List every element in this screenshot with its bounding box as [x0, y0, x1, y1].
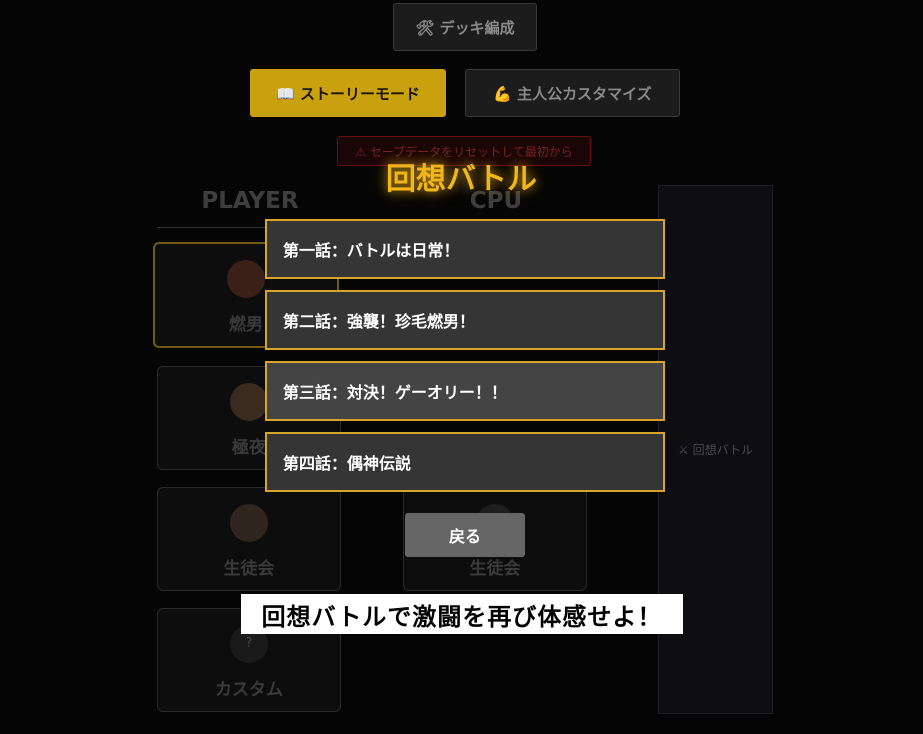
episode-3-button[interactable]: 第三話：対決！ゲーオリー！！ [265, 361, 665, 421]
avatar [230, 504, 268, 542]
promo-caption: 回想バトルで激闘を再び体感せよ！ [241, 594, 683, 634]
modal-title: 回想バトル [386, 162, 537, 197]
episode-4-button[interactable]: 第四話：偶神伝説 [265, 432, 665, 492]
avatar [227, 260, 265, 298]
avatar [230, 383, 268, 421]
card-name: カスタム [215, 680, 283, 700]
back-button[interactable]: 戻る [405, 513, 525, 557]
episode-1-button[interactable]: 第一話：バトルは日常！ [265, 219, 665, 279]
customize-button[interactable]: 💪 主人公カスタマイズ [465, 69, 680, 117]
episode-2-button[interactable]: 第二話：強襲！珍毛燃男！ [265, 290, 665, 350]
deck-button[interactable]: 🛠 デッキ編成 [393, 3, 537, 51]
card-name: 生徒会 [469, 559, 521, 579]
card-name: 生徒会 [223, 559, 275, 579]
story-mode-button[interactable]: 📖 ストーリーモード [250, 69, 446, 117]
side-panel: ⚔ 回想バトル [658, 185, 773, 714]
side-panel-label: ⚔ 回想バトル [678, 443, 753, 457]
episode-list: 第一話：バトルは日常！ 第二話：強襲！珍毛燃男！ 第三話：対決！ゲーオリー！！ … [265, 219, 665, 503]
